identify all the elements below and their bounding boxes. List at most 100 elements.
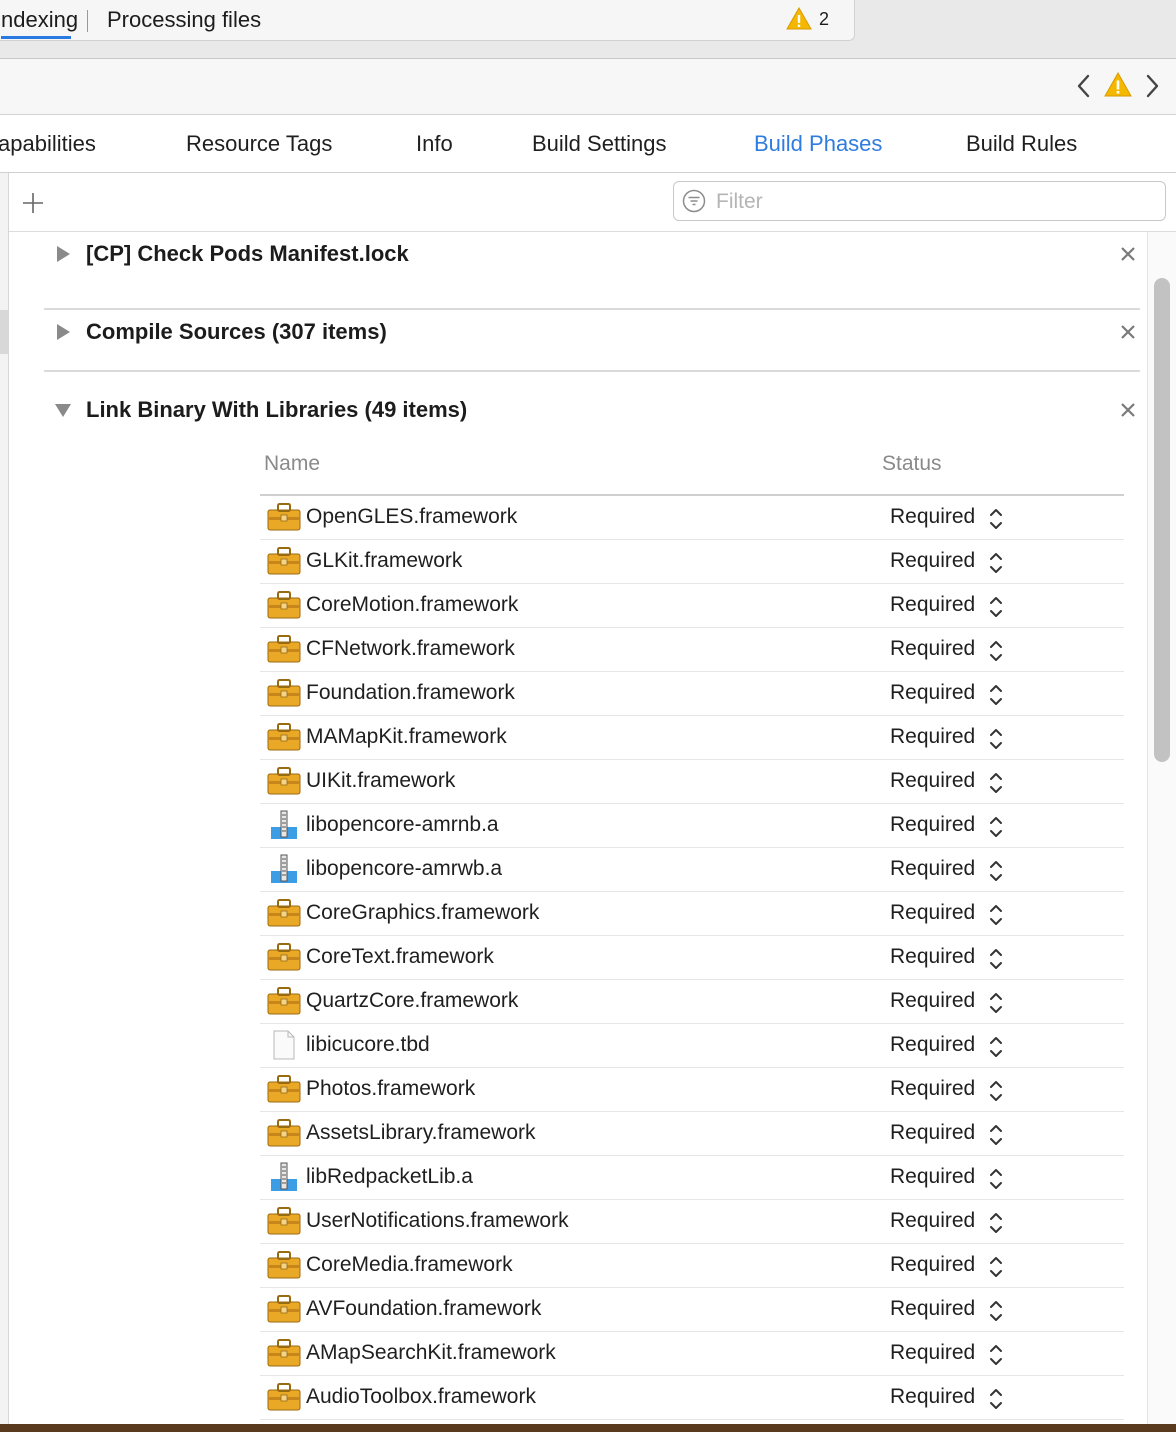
scrollbar-thumb[interactable]: [1154, 278, 1170, 762]
table-row[interactable]: AMapSearchKit.framework Required: [260, 1332, 1124, 1376]
framework-icon: [267, 1074, 301, 1104]
activity-viewer[interactable]: ndexing Processing files 2: [0, 0, 855, 41]
chevron-up-down-icon[interactable]: [988, 1342, 1004, 1368]
link-status-popup[interactable]: Required: [890, 1209, 975, 1233]
chevron-up-down-icon[interactable]: [988, 506, 1004, 532]
table-row[interactable]: CoreGraphics.framework Required: [260, 892, 1124, 936]
column-header-name[interactable]: Name: [264, 452, 320, 476]
table-row[interactable]: CoreMotion.framework Required: [260, 584, 1124, 628]
table-row[interactable]: libopencore-amrwb.a Required: [260, 848, 1124, 892]
chevron-up-down-icon[interactable]: [988, 1298, 1004, 1324]
chevron-up-down-icon[interactable]: [988, 1254, 1004, 1280]
link-status-popup[interactable]: Required: [890, 769, 975, 793]
table-row[interactable]: libopencore-amrnb.a Required: [260, 804, 1124, 848]
link-status-popup[interactable]: Required: [890, 1297, 975, 1321]
link-status-popup[interactable]: Required: [890, 1033, 975, 1057]
link-status-popup[interactable]: Required: [890, 1385, 975, 1409]
column-header-status[interactable]: Status: [882, 452, 942, 476]
chevron-up-down-icon[interactable]: [988, 770, 1004, 796]
tab-info[interactable]: Info: [416, 131, 453, 157]
link-status-popup[interactable]: Required: [890, 725, 975, 749]
link-status-popup[interactable]: Required: [890, 857, 975, 881]
chevron-up-down-icon[interactable]: [988, 990, 1004, 1016]
table-row[interactable]: GLKit.framework Required: [260, 540, 1124, 584]
link-status-popup[interactable]: Required: [890, 813, 975, 837]
library-name: UserNotifications.framework: [306, 1209, 569, 1232]
activity-processing-label: Processing files: [107, 7, 262, 32]
link-status-popup[interactable]: Required: [890, 637, 975, 661]
window-top-strip: ndexing Processing files 2: [0, 0, 1176, 59]
disclosure-expanded-icon[interactable]: [54, 401, 72, 419]
tab-resource-tags[interactable]: Resource Tags: [186, 131, 332, 157]
chevron-up-down-icon[interactable]: [988, 1166, 1004, 1192]
tab-build-rules[interactable]: Build Rules: [966, 131, 1077, 157]
chevron-up-down-icon[interactable]: [988, 594, 1004, 620]
delete-phase-close-icon[interactable]: [1120, 324, 1136, 340]
link-status-popup[interactable]: Required: [890, 1253, 975, 1277]
delete-phase-close-icon[interactable]: [1120, 402, 1136, 418]
warning-icon[interactable]: [786, 7, 812, 31]
link-status-popup[interactable]: Required: [890, 1121, 975, 1145]
table-row[interactable]: AudioToolbox.framework Required: [260, 1376, 1124, 1420]
chevron-up-down-icon[interactable]: [988, 1210, 1004, 1236]
add-phase-plus-icon[interactable]: [21, 191, 45, 215]
disclosure-collapsed-icon[interactable]: [54, 323, 72, 341]
table-row[interactable]: MAMapKit.framework Required: [260, 716, 1124, 760]
link-status-popup[interactable]: Required: [890, 505, 975, 529]
link-status-popup[interactable]: Required: [890, 901, 975, 925]
table-row[interactable]: AVFoundation.framework Required: [260, 1288, 1124, 1332]
table-row[interactable]: CoreText.framework Required: [260, 936, 1124, 980]
delete-phase-close-icon[interactable]: [1120, 246, 1136, 262]
table-row[interactable]: CoreMedia.framework Required: [260, 1244, 1124, 1288]
table-row[interactable]: Photos.framework Required: [260, 1068, 1124, 1112]
filter-field[interactable]: [673, 181, 1166, 221]
tab-build-phases[interactable]: Build Phases: [754, 131, 882, 157]
link-status-popup[interactable]: Required: [890, 681, 975, 705]
library-name: Photos.framework: [306, 1077, 476, 1100]
link-status-popup[interactable]: Required: [890, 945, 975, 969]
phase-link-binary-with-libraries[interactable]: Link Binary With Libraries (49 items): [44, 372, 1140, 432]
filter-input[interactable]: [714, 186, 1158, 218]
table-row[interactable]: QuartzCore.framework Required: [260, 980, 1124, 1024]
chevron-up-down-icon[interactable]: [988, 726, 1004, 752]
library-name: CoreMotion.framework: [306, 593, 519, 616]
phase-title: [CP] Check Pods Manifest.lock: [86, 241, 409, 266]
static-library-icon: [267, 1162, 301, 1192]
phase-compile-sources[interactable]: Compile Sources (307 items): [44, 294, 1140, 372]
static-library-icon: [267, 854, 301, 884]
framework-icon: [267, 1118, 301, 1148]
table-row[interactable]: libicucore.tbd Required: [260, 1024, 1124, 1068]
chevron-up-down-icon[interactable]: [988, 682, 1004, 708]
table-row[interactable]: UserNotifications.framework Required: [260, 1200, 1124, 1244]
chevron-up-down-icon[interactable]: [988, 858, 1004, 884]
chevron-left-icon[interactable]: [1074, 71, 1094, 101]
tab-capabilities[interactable]: apabilities: [0, 131, 96, 157]
table-row[interactable]: UIKit.framework Required: [260, 760, 1124, 804]
disclosure-collapsed-icon[interactable]: [54, 245, 72, 263]
table-row[interactable]: libRedpacketLib.a Required: [260, 1156, 1124, 1200]
table-row[interactable]: OpenGLES.framework Required: [260, 496, 1124, 540]
link-status-popup[interactable]: Required: [890, 1077, 975, 1101]
document-icon: [267, 1030, 301, 1060]
table-row[interactable]: CFNetwork.framework Required: [260, 628, 1124, 672]
chevron-up-down-icon[interactable]: [988, 814, 1004, 840]
link-status-popup[interactable]: Required: [890, 989, 975, 1013]
chevron-up-down-icon[interactable]: [988, 638, 1004, 664]
chevron-up-down-icon[interactable]: [988, 902, 1004, 928]
issue-warning-icon[interactable]: [1104, 72, 1132, 98]
chevron-up-down-icon[interactable]: [988, 550, 1004, 576]
library-name: Foundation.framework: [306, 681, 515, 704]
chevron-up-down-icon[interactable]: [988, 1122, 1004, 1148]
link-status-popup[interactable]: Required: [890, 1165, 975, 1189]
chevron-up-down-icon[interactable]: [988, 1386, 1004, 1412]
chevron-right-icon[interactable]: [1142, 71, 1162, 101]
chevron-up-down-icon[interactable]: [988, 1034, 1004, 1060]
link-status-popup[interactable]: Required: [890, 593, 975, 617]
chevron-up-down-icon[interactable]: [988, 946, 1004, 972]
table-row[interactable]: AssetsLibrary.framework Required: [260, 1112, 1124, 1156]
table-row[interactable]: Foundation.framework Required: [260, 672, 1124, 716]
chevron-up-down-icon[interactable]: [988, 1078, 1004, 1104]
tab-build-settings[interactable]: Build Settings: [532, 131, 667, 157]
link-status-popup[interactable]: Required: [890, 549, 975, 573]
link-status-popup[interactable]: Required: [890, 1341, 975, 1365]
